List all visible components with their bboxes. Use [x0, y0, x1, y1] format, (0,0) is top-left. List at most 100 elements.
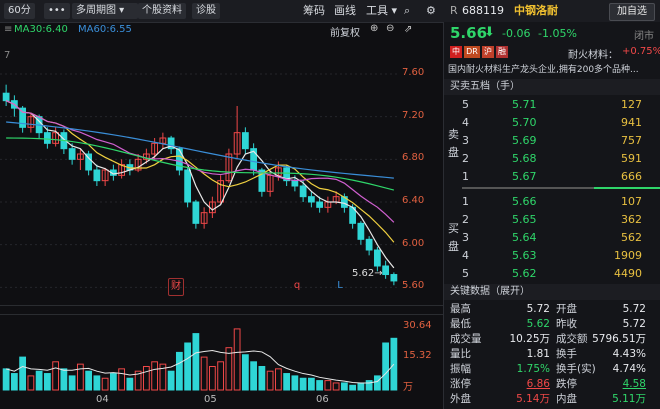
candle — [382, 265, 390, 276]
sell-order-vol: 591 — [621, 152, 642, 165]
candle — [68, 148, 76, 160]
order-book-header[interactable]: 买卖五档（手） — [444, 79, 660, 95]
top-toolbar: 60分 ••• 多周期图 ▾ 个股资料 诊股 筹码 画线 工具 ▾ ⌕ ⚙ R … — [0, 0, 660, 23]
buy-order-lvl: 5 — [462, 267, 469, 280]
key-label: 内盘 — [556, 393, 577, 405]
collapse-icon[interactable]: ≡ — [4, 24, 12, 35]
more-button[interactable]: ••• — [44, 3, 70, 19]
event-marker[interactable]: L — [333, 278, 347, 294]
price-adjust-menu[interactable]: 前复权 — [330, 24, 360, 39]
volume-bar — [258, 366, 266, 391]
ma-line — [5, 100, 395, 243]
volume-bar — [274, 368, 282, 391]
add-watchlist-button[interactable]: 加自选 — [609, 3, 655, 21]
volume-bar — [151, 361, 159, 391]
draw-line-button[interactable]: 画线 — [334, 3, 356, 19]
chart-area[interactable]: ≡ MA30:6.40 MA60:6.55 前复权 ⊕ ⊖ ⇗ 7 7.60 7.… — [0, 22, 443, 409]
volume-bar — [316, 380, 324, 391]
volume-bar — [43, 373, 51, 391]
sell-order-lvl: 4 — [462, 116, 469, 129]
zoom-in-icon[interactable]: ⊕ — [370, 23, 378, 34]
sell-order-price: 5.67 — [512, 170, 537, 183]
tag-margin[interactable]: 融 — [496, 46, 508, 58]
tag-dr[interactable]: DR — [464, 46, 480, 58]
chips-button[interactable]: 筹码 — [303, 3, 325, 19]
period-select-button[interactable]: 60分 — [4, 3, 35, 19]
volume-bar — [233, 328, 241, 391]
company-description[interactable]: 国内耐火材料生产龙头企业,拥有200多个品种... — [448, 62, 658, 75]
volume-bar — [142, 366, 150, 391]
zoom-out-icon[interactable]: ⊖ — [386, 23, 394, 34]
sell-order-lvl: 3 — [462, 134, 469, 147]
price-change-pct: -1.05% — [538, 27, 577, 40]
volume-bar — [85, 370, 93, 391]
volume-bar — [175, 351, 183, 391]
multi-period-button[interactable]: 多周期图 ▾ — [72, 3, 138, 19]
event-marker[interactable]: q — [290, 278, 304, 294]
candle — [373, 249, 381, 267]
market-status: 闭市 — [634, 31, 654, 42]
buy-order-price: 5.63 — [512, 249, 537, 262]
buy-order-vol: 562 — [621, 231, 642, 244]
ratio-bar-track — [462, 187, 594, 189]
key-value: 5.72 — [526, 303, 550, 315]
volume-bar — [76, 363, 84, 391]
volume-bar — [200, 356, 208, 391]
volume-bar — [2, 368, 10, 391]
volume-bar — [118, 368, 126, 391]
divider — [0, 314, 443, 315]
sell-label-1: 卖 — [448, 128, 459, 141]
volume-bar — [225, 347, 233, 391]
volume-bar — [126, 377, 134, 391]
key-label: 成交量 — [450, 333, 482, 345]
sell-order-lvl: 1 — [462, 170, 469, 183]
candle — [316, 201, 324, 208]
fullscreen-icon[interactable]: ⇗ — [404, 24, 412, 35]
candle — [184, 169, 192, 203]
candle — [19, 107, 27, 128]
stock-profile-button[interactable]: 个股资料 — [138, 3, 186, 19]
tag-cn[interactable]: 中 — [450, 46, 462, 58]
candle — [93, 169, 101, 182]
volume-bar — [208, 366, 216, 391]
sell-order-vol: 757 — [621, 134, 642, 147]
sector-label[interactable]: 耐火材料： — [568, 46, 618, 61]
key-label: 开盘 — [556, 303, 577, 315]
volume-bar — [324, 380, 332, 391]
price-tick: 7.20 — [402, 109, 425, 121]
finance-marker[interactable]: 财 — [168, 278, 184, 296]
settings-icon[interactable]: ⚙ — [426, 3, 436, 19]
volume-bar — [68, 375, 76, 391]
key-label: 振幅 — [450, 363, 471, 375]
volume-chart[interactable] — [0, 318, 400, 392]
key-value: 10.25万 — [509, 333, 550, 345]
key-value: 4.74% — [612, 363, 646, 375]
candlestick-chart[interactable] — [0, 58, 400, 298]
price-tick: 5.60 — [402, 280, 425, 292]
volume-bar — [357, 382, 365, 391]
volume-bar — [390, 337, 398, 391]
candle — [307, 196, 315, 203]
search-icon[interactable]: ⌕ — [404, 3, 410, 19]
price-tick: 7.60 — [402, 67, 425, 78]
buy-order-lvl: 2 — [462, 213, 469, 226]
ma30-label: MA30:6.40 — [14, 24, 68, 35]
key-value: 5.72 — [622, 303, 646, 315]
volume-bar — [184, 342, 192, 391]
tools-menu[interactable]: 工具 ▾ — [366, 3, 397, 19]
candle — [43, 132, 51, 144]
tag-sh[interactable]: 沪 — [482, 46, 494, 58]
diagnose-button[interactable]: 诊股 — [192, 3, 220, 19]
quote-panel: 5.66 ⬇ -0.06 -1.05% 闭市 中 DR 沪 融 耐火材料： +0… — [443, 22, 660, 409]
volume-bar — [217, 361, 225, 391]
key-value: 5.14万 — [516, 393, 550, 405]
key-data-header[interactable]: 关键数据（展开） — [444, 284, 660, 300]
volume-bar — [332, 382, 340, 391]
key-value: 1.81 — [526, 348, 550, 360]
volume-bar — [291, 375, 299, 391]
current-price: 5.66 — [450, 24, 488, 42]
buy-sell-ratio-bar — [594, 187, 660, 189]
low-price-marker: 5.62→ — [352, 268, 383, 279]
buy-order-price: 5.66 — [512, 195, 537, 208]
price-change: -0.06 — [502, 27, 531, 40]
